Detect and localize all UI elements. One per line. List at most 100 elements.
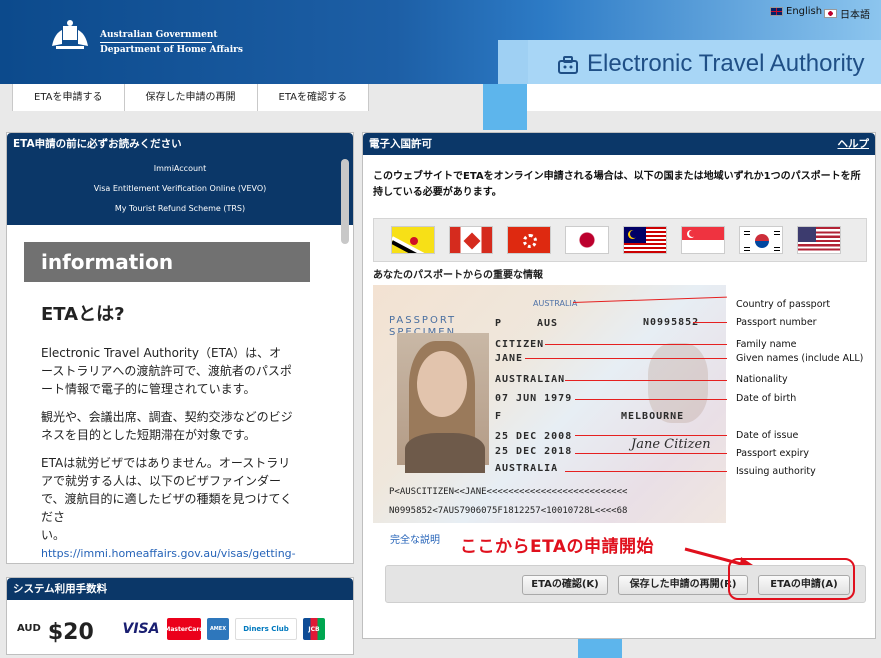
- pp-signature: Jane Citizen: [631, 437, 711, 452]
- fee-price: AUD $20: [17, 620, 94, 645]
- leader-line-dob: [575, 399, 727, 400]
- fee-amount: $20: [47, 620, 94, 645]
- leader-line-given-names: [525, 358, 727, 359]
- link-immiaccount[interactable]: ImmiAccount: [7, 161, 353, 181]
- pp-place: MELBOURNE: [621, 411, 685, 422]
- pp-sex: F: [495, 411, 503, 422]
- card-logos: VISA MasterCard AMEX Diners Club JCB: [121, 618, 325, 640]
- suitcase-icon: [558, 56, 578, 74]
- south-korea-flag-icon: [739, 226, 783, 254]
- label-passport-number: Passport number: [736, 317, 817, 328]
- pp-surname: CITIZEN: [495, 339, 545, 350]
- link-vevo[interactable]: Visa Entitlement Verification Online (VE…: [7, 181, 353, 201]
- passport-specimen-image: PASSPORT SPECIMEN AUSTRALIA P AUS N09958…: [373, 285, 726, 523]
- mastercard-icon: MasterCard: [164, 618, 204, 640]
- info-scroll-area[interactable]: information ETAとは? Electronic Travel Aut…: [7, 226, 335, 563]
- lang-japanese-label: 日本語: [840, 10, 870, 21]
- eligibility-intro: このウェブサイトでETAをオンライン申請される場合は、以下の国または地域いずれか…: [373, 171, 861, 198]
- link-trs[interactable]: My Tourist Refund Scheme (TRS): [7, 201, 353, 221]
- leader-line-issue: [575, 435, 727, 436]
- nav-check-eta[interactable]: ETAを確認する: [258, 84, 369, 111]
- eta-what-heading: ETAとは?: [41, 304, 125, 325]
- government-name: Australian Government: [100, 30, 218, 40]
- fee-title: システム利用手数料: [7, 578, 353, 600]
- japan-flag-icon: [565, 226, 609, 254]
- department-name: Department of Home Affairs: [100, 45, 243, 55]
- leader-line-authority: [565, 471, 727, 472]
- full-explanation-link[interactable]: 完全な説明: [390, 531, 440, 546]
- pp-authority: AUSTRALIA: [495, 463, 559, 474]
- pp-doc-no: N0995852: [643, 317, 700, 328]
- read-before-title: ETA申請の前に必ずお読みください: [7, 133, 353, 155]
- eta-paragraph-3-tail: い。: [41, 528, 66, 542]
- apply-start-callout: ここからETAの申請開始: [460, 537, 655, 557]
- eligible-country-flags: [373, 218, 867, 262]
- panel-scrollbar[interactable]: [341, 159, 349, 244]
- passport-info-caption: あなたのパスポートからの重要な情報: [373, 270, 543, 281]
- photo-shoulders: [405, 433, 485, 473]
- label-date-of-issue: Date of issue: [736, 430, 799, 441]
- pp-mrz-line2: N0995852<7AUS7906075F1812257<10010728L<<…: [389, 506, 628, 516]
- lang-japanese-link[interactable]: 日本語: [824, 6, 870, 21]
- pp-expiry: 25 DEC 2018: [495, 446, 573, 457]
- nav-filler: [527, 84, 881, 111]
- passport-photo: [397, 333, 489, 473]
- fee-panel: システム利用手数料 AUD $20 VISA MasterCard AMEX D…: [6, 577, 354, 655]
- lang-english-link[interactable]: English: [770, 6, 822, 17]
- singapore-flag-icon: [681, 226, 725, 254]
- links-box: ImmiAccount Visa Entitlement Verificatio…: [7, 155, 353, 225]
- leader-line-expiry: [575, 453, 727, 454]
- leader-line-passport-no: [693, 322, 727, 323]
- header-divider: [100, 42, 212, 43]
- canada-flag-icon: [449, 226, 493, 254]
- hong-kong-flag-icon: [507, 226, 551, 254]
- uk-flag-icon: [770, 7, 783, 16]
- pp-issue: 25 DEC 2008: [495, 431, 573, 442]
- eta-panel-title: 電子入国許可: [369, 138, 432, 150]
- eta-paragraph-2: 観光や、会議出席、調査、契約交渉などのビジネスを目的とした短期滞在が対象です。: [41, 410, 293, 442]
- check-eta-button[interactable]: ETAの確認(K): [522, 575, 608, 595]
- eta-paragraph-3: ETAは就労ビザではありません。オーストラリアで就労する人は、以下のビザファイン…: [41, 454, 296, 563]
- eta-paragraph-1: Electronic Travel Authority（ETA）は、オーストラリ…: [41, 346, 292, 396]
- jcb-icon: JCB: [303, 618, 325, 640]
- brunei-flag-icon: [391, 226, 435, 254]
- usa-flag-icon: [797, 226, 841, 254]
- japan-flag-icon: [824, 9, 837, 18]
- amex-icon: AMEX: [207, 618, 229, 640]
- main-nav: ETAを申請する 保存した申請の再開 ETAを確認する: [12, 84, 369, 111]
- label-family-name: Family name: [736, 339, 797, 350]
- read-before-panel: ETA申請の前に必ずお読みください ImmiAccount Visa Entit…: [6, 132, 354, 564]
- eta-paragraph-3-text: ETAは就労ビザではありません。オーストラリアで就労する人は、以下のビザファイン…: [41, 456, 293, 524]
- pp-nationality: AUSTRALIAN: [495, 374, 566, 385]
- apply-highlight-ring: [728, 558, 855, 600]
- visa-finder-link[interactable]: https://immi.homeaffairs.gov.au/visas/ge…: [41, 547, 296, 563]
- label-given-names: Given names (include ALL): [736, 353, 864, 364]
- nav-resume-saved[interactable]: 保存した申請の再開: [125, 84, 258, 111]
- pp-dob: 07 JUN 1979: [495, 393, 573, 404]
- information-heading: information: [24, 242, 310, 282]
- blue-band: [483, 84, 527, 130]
- label-issuing-authority: Issuing authority: [736, 466, 816, 477]
- label-nationality: Nationality: [736, 374, 788, 385]
- pp-type: P: [495, 318, 503, 329]
- page-title: Electronic Travel Authority: [587, 50, 865, 77]
- fee-currency: AUD: [17, 623, 41, 634]
- label-passport-expiry: Passport expiry: [736, 448, 810, 459]
- eta-panel-header: 電子入国許可 ヘルプ: [363, 133, 875, 155]
- coat-of-arms-icon: [52, 20, 88, 49]
- help-link[interactable]: ヘルプ: [838, 133, 870, 155]
- leader-line-nationality: [565, 380, 727, 381]
- eta-panel: 電子入国許可 ヘルプ このウェブサイトでETAをオンライン申請される場合は、以下…: [362, 132, 876, 639]
- nav-apply-eta[interactable]: ETAを申請する: [12, 84, 125, 111]
- lang-english-label: English: [786, 6, 823, 17]
- pp-given: JANE: [495, 353, 524, 364]
- pp-mrz-line1: P<AUSCITIZEN<<JANE<<<<<<<<<<<<<<<<<<<<<<…: [389, 487, 628, 497]
- label-date-of-birth: Date of birth: [736, 393, 797, 404]
- pp-country: AUSTRALIA: [533, 299, 578, 308]
- information-body: ETAとは? Electronic Travel Authority（ETA）は…: [24, 282, 310, 563]
- diners-club-icon: Diners Club: [235, 618, 297, 640]
- malaysia-flag-icon: [623, 226, 667, 254]
- photo-face: [417, 351, 467, 417]
- visa-card-icon: VISA: [121, 618, 161, 640]
- label-country-of-passport: Country of passport: [736, 299, 831, 310]
